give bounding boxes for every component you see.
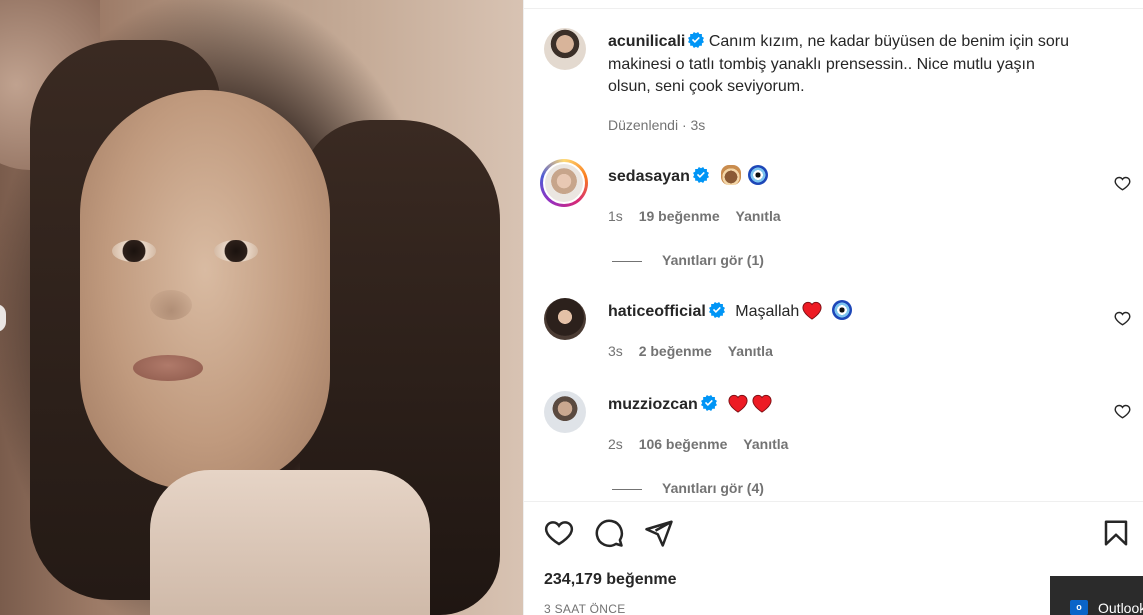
commenter-username[interactable]: haticeofficial [608, 303, 706, 320]
comment-age: 3s [608, 343, 623, 359]
photo-nose [150, 290, 192, 320]
verified-badge-icon [708, 302, 725, 318]
view-replies-label: Yanıtları gör (1) [662, 252, 764, 268]
caption-line: Canım kızım, ne kadar büyüsen de benim i… [708, 33, 1069, 50]
photo-shirt [150, 470, 430, 615]
nazar-emoji-icon [747, 165, 768, 185]
author-avatar[interactable] [544, 28, 586, 70]
comment-like-heart-icon[interactable] [1114, 403, 1131, 420]
reply-button[interactable]: Yanıtla [743, 436, 788, 452]
comment-likes-link[interactable]: 106 beğenme [639, 436, 728, 452]
verified-badge-icon [688, 32, 705, 48]
caption-line: makinesi o tatlı tombiş yanaklı prensess… [608, 55, 1035, 73]
nazar-emoji-icon [831, 300, 852, 320]
comment-meta: 1s 19 beğenme Yanıtla [608, 208, 793, 224]
paper-plane-icon[interactable] [644, 518, 674, 548]
comment-body: haticeofficial Maşallah [608, 300, 852, 321]
commenter-avatar[interactable] [544, 391, 586, 433]
post-photo[interactable] [0, 0, 523, 615]
red-heart-emoji-icon [728, 394, 748, 413]
photo-face [80, 90, 330, 490]
divider [524, 501, 1143, 502]
comment-meta: 3s 2 beğenme Yanıtla [608, 343, 785, 359]
heart-outline-icon[interactable] [544, 518, 574, 548]
photo-eye-left [112, 240, 156, 262]
comment-likes-link[interactable]: 2 beğenme [639, 343, 712, 359]
bookmark-icon[interactable] [1101, 518, 1131, 548]
outlook-label: Outlook [1098, 600, 1143, 615]
commenter-username[interactable]: muzziozcan [608, 396, 698, 413]
caption-line: olsun, seni çook seviyorum. [608, 78, 805, 95]
commenter-avatar[interactable] [544, 298, 586, 340]
comments-list[interactable]: acunilicali Canım kızım, ne kadar büyüse… [524, 9, 1143, 501]
replies-dash [612, 488, 642, 490]
comment-body: sedasayan [608, 165, 768, 186]
post-caption: acunilicali Canım kızım, ne kadar büyüse… [608, 31, 1108, 99]
outlook-notification[interactable]: o Outlook [1050, 576, 1143, 615]
post-likes-count[interactable]: 234,179 beğenme [544, 571, 677, 589]
photo-eye-right [214, 240, 258, 262]
verified-badge-icon [700, 395, 717, 411]
red-heart-emoji-icon [752, 394, 772, 413]
comment-bubble-icon[interactable] [594, 518, 624, 548]
outlook-icon: o [1070, 600, 1088, 615]
reply-button[interactable]: Yanıtla [728, 343, 773, 359]
post-time: 3 SAAT ÖNCE [544, 602, 626, 615]
verified-badge-icon [692, 167, 709, 183]
cake-emoji-icon [721, 165, 742, 185]
view-replies-button[interactable]: Yanıtları gör (1) [612, 252, 764, 268]
carousel-prev-button[interactable] [0, 304, 6, 332]
replies-dash [612, 260, 642, 262]
comment-meta: 2s 106 beğenme Yanıtla [608, 436, 800, 452]
comment-likes-link[interactable]: 19 beğenme [639, 208, 720, 224]
post-side-panel: acunilicali Canım kızım, ne kadar büyüse… [523, 0, 1143, 615]
comment-age: 2s [608, 436, 623, 452]
reply-button[interactable]: Yanıtla [736, 208, 781, 224]
comment-body: muzziozcan [608, 393, 773, 414]
comment-like-heart-icon[interactable] [1114, 310, 1131, 327]
comment-like-heart-icon[interactable] [1114, 175, 1131, 192]
view-replies-label: Yanıtları gör (4) [662, 480, 764, 496]
red-heart-emoji-icon [802, 301, 822, 320]
commenter-avatar[interactable] [540, 159, 588, 207]
view-replies-button[interactable]: Yanıtları gör (4) [612, 480, 764, 496]
author-username[interactable]: acunilicali [608, 33, 685, 50]
photo-mouth [133, 355, 203, 381]
commenter-username[interactable]: sedasayan [608, 168, 690, 185]
edited-timestamp: Düzenlendi · 3s [608, 117, 706, 133]
comment-text: Maşallah [735, 303, 800, 320]
comment-age: 1s [608, 208, 623, 224]
